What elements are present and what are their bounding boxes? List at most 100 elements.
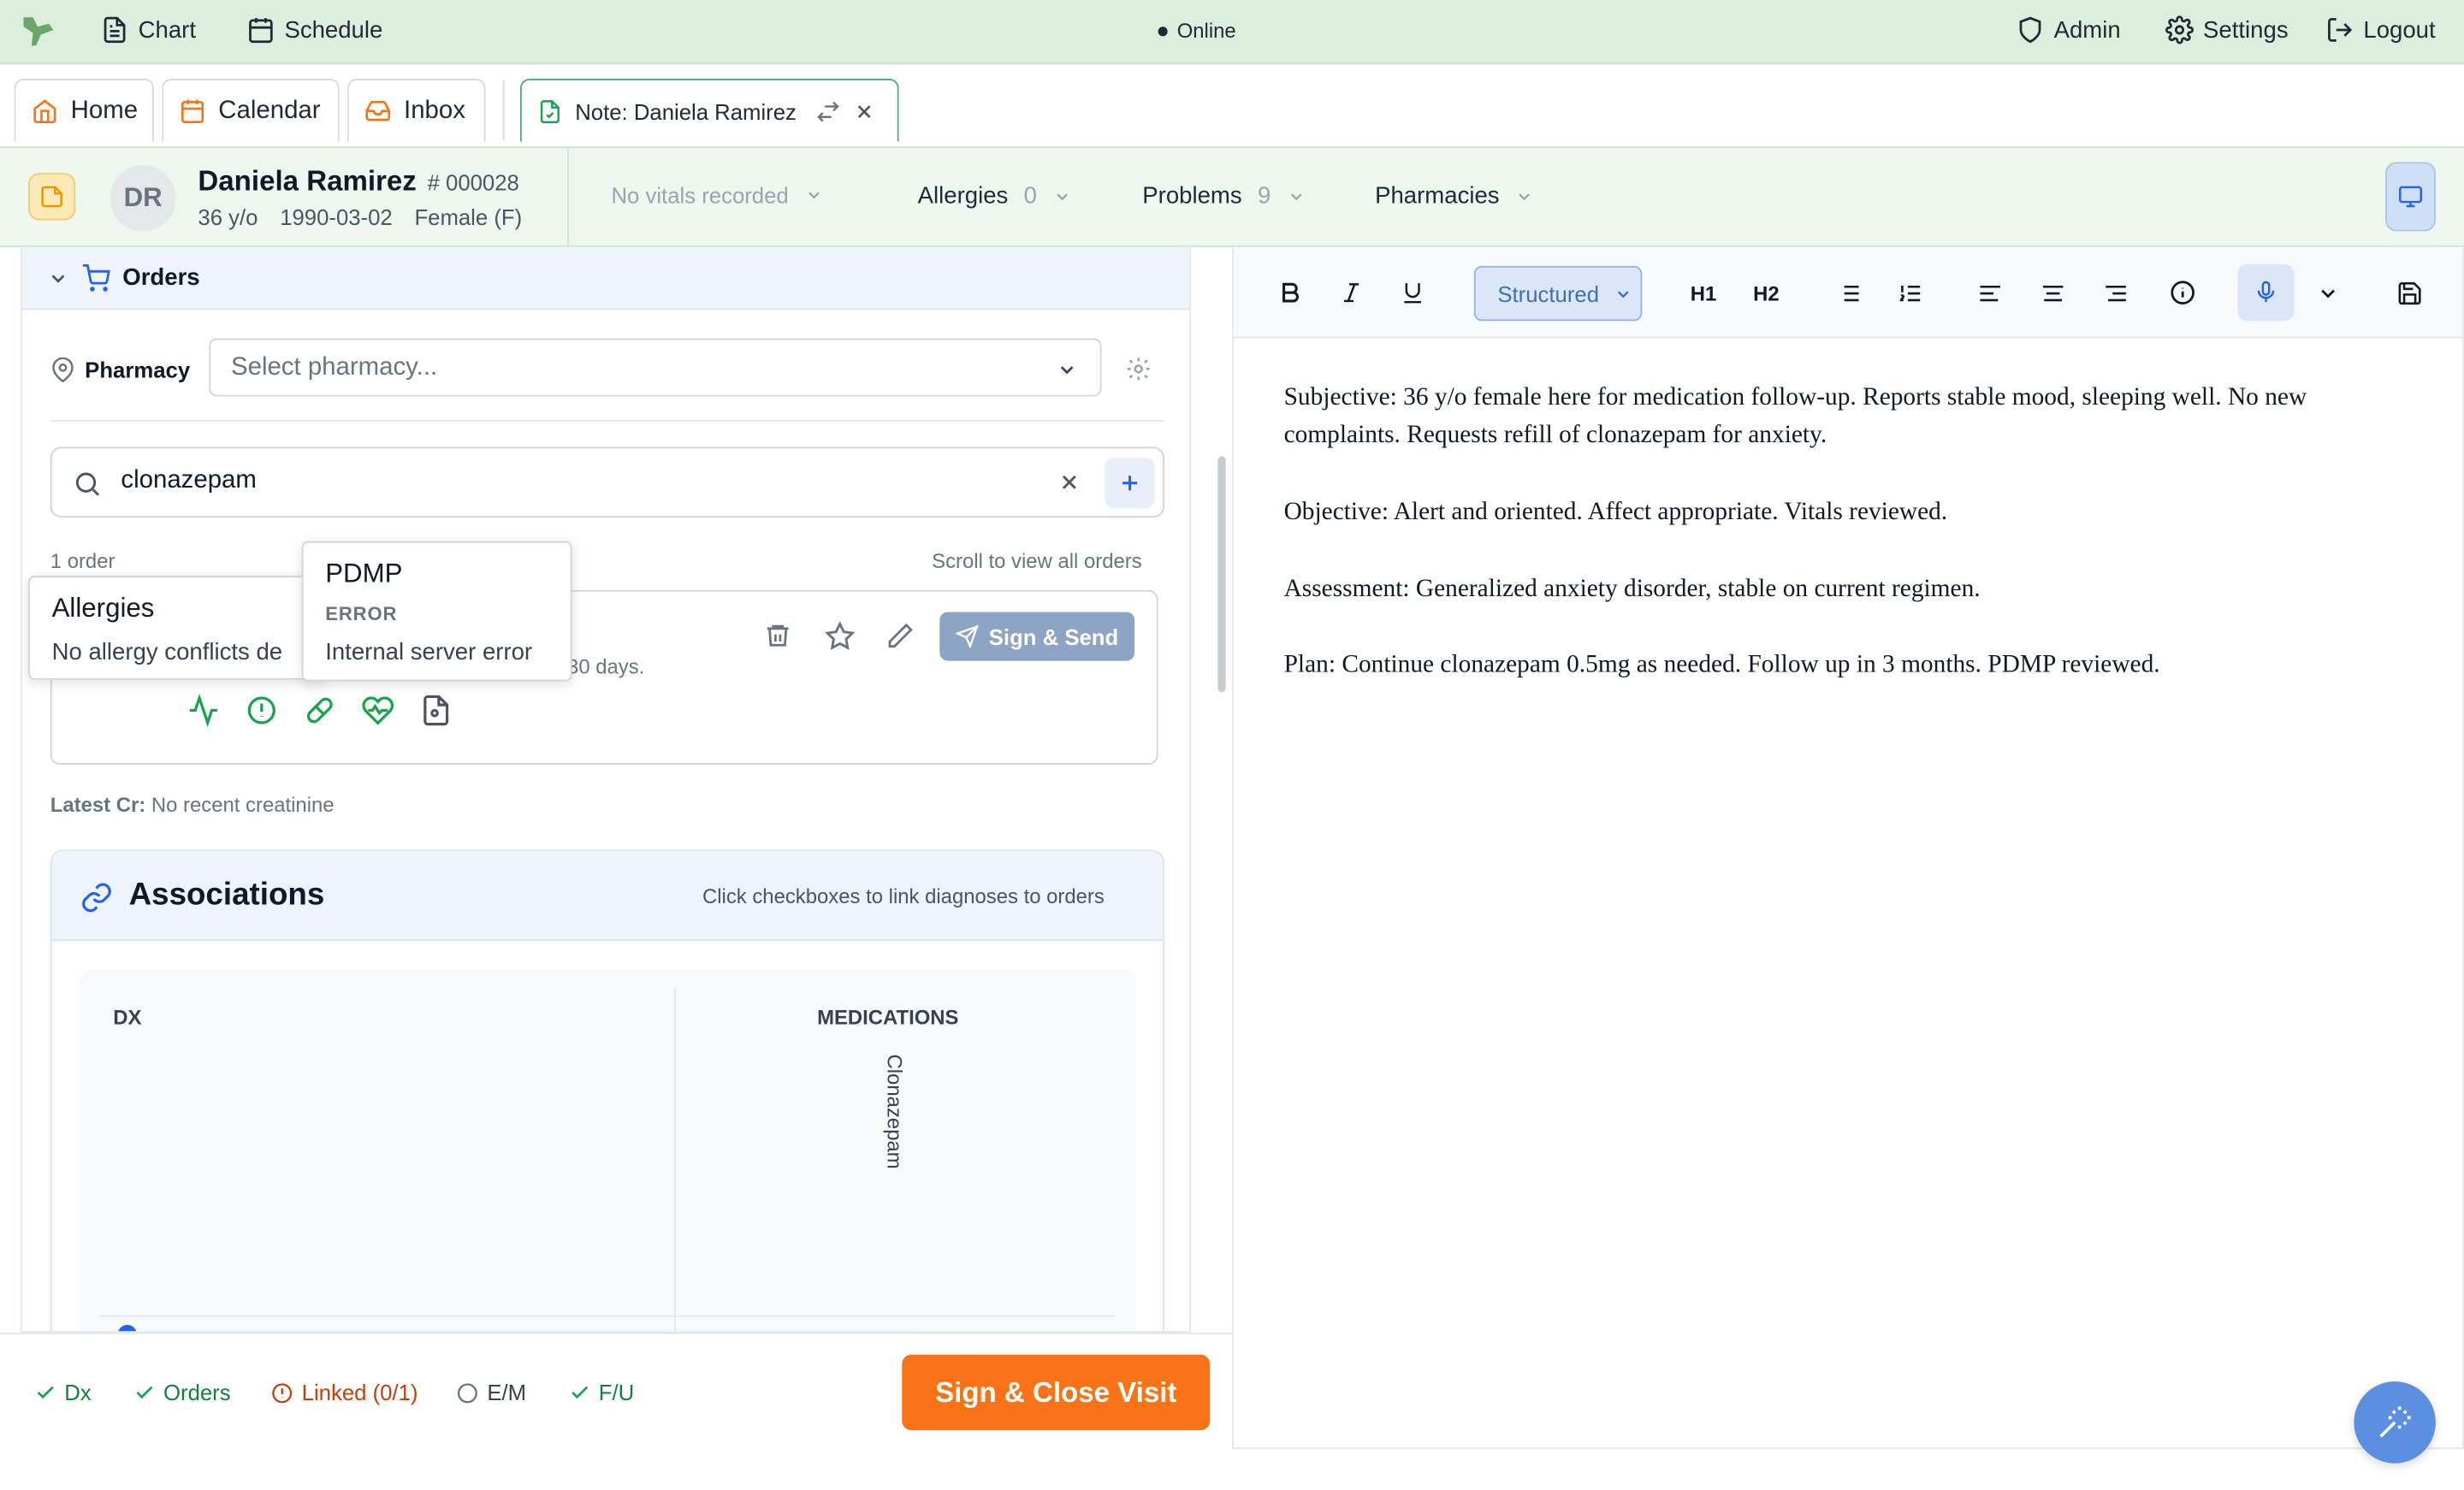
vitals-dropdown[interactable]: No vitals recorded [611, 182, 823, 208]
patient-age: 36 y/o [198, 204, 258, 230]
allergies-dropdown[interactable]: Allergies 0 [918, 182, 1072, 210]
note-mode-select[interactable]: Structured [1473, 265, 1643, 322]
visit-status-bar: Dx Orders Linked (0/1) E/M F/U Sign & Cl… [0, 1333, 1232, 1490]
latest-cr-label: Latest Cr: [50, 793, 146, 817]
numbered-list-button[interactable] [1887, 270, 1931, 315]
sign-send-label: Sign & Send [988, 624, 1119, 649]
activity-icon[interactable] [187, 694, 221, 727]
circle-icon [456, 1381, 480, 1404]
note-paragraph-plan: Plan: Continue clonazepam 0.5mg as neede… [1283, 651, 2160, 678]
chevron-down-icon [1287, 186, 1306, 205]
status-dx[interactable]: Dx [34, 1380, 92, 1405]
status-orders[interactable]: Orders [133, 1380, 231, 1405]
check-icon [569, 1381, 591, 1404]
pill-icon[interactable] [303, 694, 336, 727]
allergies-tooltip-title: Allergies [51, 593, 155, 624]
tab-note[interactable]: Note: Daniela Ramirez [519, 78, 899, 142]
home-icon [32, 98, 58, 124]
chevron-down-icon [2315, 281, 2339, 305]
associations-header: Associations Click checkboxes to link di… [51, 851, 1164, 942]
chevron-down-icon [47, 267, 69, 289]
pharmacy-select-placeholder: Select pharmacy... [230, 352, 438, 381]
tab-home-label: Home [70, 97, 139, 124]
patient-header: DR Daniela Ramirez # 000028 36 y/o 1990-… [0, 146, 2464, 249]
chevron-down-icon [1056, 358, 1078, 381]
tab-calendar-label: Calendar [218, 97, 321, 124]
dx-row-indicator[interactable] [117, 1324, 137, 1332]
app-logo-icon[interactable] [19, 15, 56, 49]
note-paragraph-subjective: Subjective: 36 y/o female here for medic… [1283, 383, 2307, 449]
pharmacy-select[interactable]: Select pharmacy... [209, 338, 1102, 397]
status-dx-label: Dx [64, 1380, 92, 1405]
tab-bar: Home Calendar Inbox Note: Daniela Ramire… [0, 64, 2464, 147]
close-tab-icon[interactable] [853, 100, 875, 122]
note-mode-value: Structured [1497, 281, 1600, 306]
info-button[interactable] [2160, 270, 2204, 315]
allergies-count: 0 [1023, 182, 1037, 210]
gear-icon[interactable] [1125, 356, 1152, 382]
scrollbar[interactable] [1217, 456, 1226, 693]
ai-assist-button[interactable] [2354, 1381, 2436, 1463]
heading-2-button[interactable]: H2 [1744, 270, 1788, 315]
sign-close-visit-button[interactable]: Sign & Close Visit [902, 1354, 1211, 1431]
map-pin-icon [50, 357, 75, 382]
latest-creatinine: Latest Cr: No recent creatinine [50, 793, 335, 817]
editor-toolbar: Structured H1 H2 [1233, 246, 2463, 339]
patient-demographics: 36 y/o 1990-03-02 Female (F) [198, 204, 522, 229]
align-center-icon [2039, 280, 2065, 306]
note-editor: Structured H1 H2 Subjective: 36 y/o fema… [1231, 246, 2464, 1450]
medication-column-clonazepam: Clonazepam [883, 1054, 907, 1169]
divider [50, 420, 1164, 422]
check-icon [133, 1381, 156, 1404]
file-search-icon[interactable] [419, 694, 453, 727]
tab-home[interactable]: Home [14, 78, 154, 142]
monitor-button[interactable] [2385, 162, 2436, 232]
heart-pulse-icon[interactable] [361, 694, 394, 727]
clear-search-icon[interactable] [1057, 470, 1081, 494]
problems-count: 9 [1258, 182, 1271, 210]
save-button[interactable] [2387, 270, 2431, 315]
nav-schedule[interactable]: Schedule [246, 15, 382, 44]
problems-dropdown[interactable]: Problems 9 [1142, 182, 1306, 210]
alert-circle-icon[interactable] [246, 694, 279, 727]
underline-button[interactable] [1390, 270, 1434, 315]
nav-logout-label: Logout [2363, 16, 2436, 44]
order-search-input[interactable]: clonazepam [50, 446, 1164, 518]
more-options-button[interactable] [2305, 270, 2348, 315]
align-center-button[interactable] [2030, 270, 2074, 315]
link-icon [80, 881, 114, 914]
align-right-button[interactable] [2093, 270, 2136, 315]
order-duration-text: 30 days. [567, 654, 645, 678]
nav-admin[interactable]: Admin [2016, 15, 2121, 44]
bullet-list-button[interactable] [1826, 270, 1869, 315]
note-paragraph-objective: Objective: Alert and oriented. Affect ap… [1283, 499, 1948, 526]
sticky-note-icon[interactable] [28, 173, 76, 221]
nav-chart[interactable]: Chart [101, 15, 196, 44]
status-linked[interactable]: Linked (0/1) [270, 1380, 418, 1405]
align-left-button[interactable] [1968, 270, 2011, 315]
monitor-icon [2398, 184, 2423, 209]
status-fu[interactable]: F/U [569, 1380, 634, 1405]
microphone-icon [2254, 280, 2278, 305]
tab-inbox[interactable]: Inbox [346, 78, 486, 142]
info-icon [2169, 279, 2197, 307]
trash-icon[interactable] [764, 622, 792, 650]
pharmacies-label: Pharmacies [1375, 182, 1500, 210]
heading-1-button[interactable]: H1 [1681, 270, 1725, 315]
sign-send-button[interactable]: Sign & Send [939, 612, 1135, 661]
orders-section-header[interactable]: Orders [21, 246, 1190, 310]
star-icon[interactable] [825, 621, 856, 652]
swap-icon[interactable] [815, 98, 840, 123]
nav-logout[interactable]: Logout [2325, 15, 2436, 44]
dictation-button[interactable] [2237, 264, 2295, 322]
patient-name[interactable]: Daniela Ramirez [198, 165, 416, 198]
add-order-button[interactable] [1105, 458, 1155, 509]
status-em[interactable]: E/M [456, 1380, 526, 1405]
header-divider [567, 147, 569, 249]
nav-settings[interactable]: Settings [2165, 15, 2289, 44]
tab-calendar[interactable]: Calendar [162, 78, 340, 142]
pharmacies-dropdown[interactable]: Pharmacies [1375, 182, 1534, 210]
italic-button[interactable] [1330, 270, 1373, 315]
bold-button[interactable] [1268, 270, 1312, 315]
pencil-icon[interactable] [886, 622, 915, 650]
